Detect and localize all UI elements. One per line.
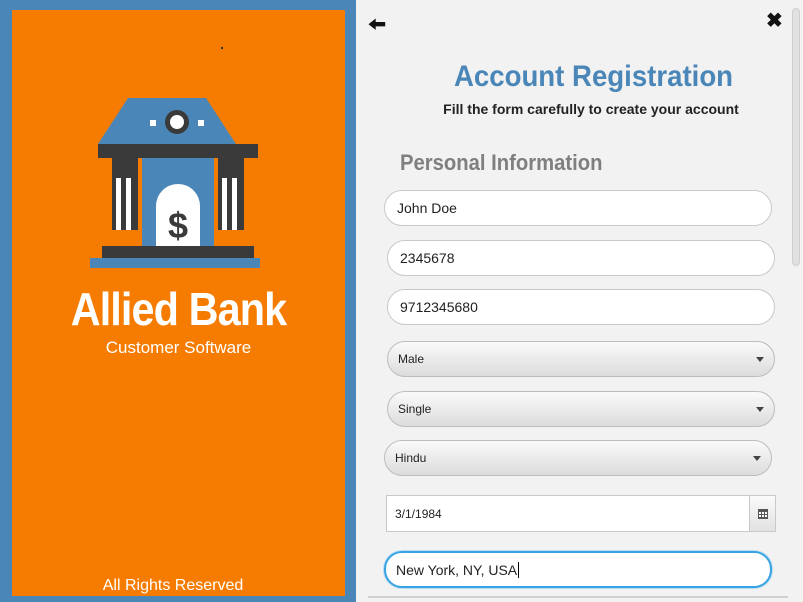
footer-rights: All Rights Reserved	[102, 577, 244, 594]
section-title: Personal Information	[400, 150, 603, 175]
religion-select[interactable]: Hindu	[384, 440, 772, 476]
speck	[221, 47, 223, 49]
calendar-icon	[757, 508, 768, 519]
mobile-field-value: 9712345680	[400, 299, 478, 315]
scrollbar-thumb[interactable]	[792, 8, 800, 266]
dob-value: 3/1/1984	[395, 506, 442, 521]
name-field-value: John Doe	[397, 200, 457, 216]
phone-field[interactable]: 2345678	[387, 240, 775, 276]
brand-panel: $ Allied Bank Customer Software All Righ…	[0, 0, 356, 602]
calendar-button[interactable]	[749, 496, 775, 531]
chevron-down-icon	[756, 357, 764, 362]
form-panel: 🠨 ✖ Account Registration Fill the form c…	[356, 0, 803, 602]
brand-card: $ Allied Bank Customer Software All Righ…	[12, 10, 345, 596]
marital-status-select[interactable]: Single	[387, 391, 775, 427]
brand-name: Allied Bank	[70, 283, 287, 335]
religion-select-value: Hindu	[395, 451, 427, 465]
page-title: Account Registration	[453, 60, 734, 93]
chevron-down-icon	[753, 456, 761, 461]
phone-field-value: 2345678	[400, 250, 455, 266]
gender-select[interactable]: Male	[387, 341, 775, 377]
arrow-left-icon[interactable]: 🠨	[368, 8, 386, 46]
dob-date-picker[interactable]: 3/1/1984	[386, 495, 776, 532]
name-field[interactable]: John Doe	[384, 190, 772, 226]
gender-select-value: Male	[398, 352, 425, 366]
mobile-field[interactable]: 9712345680	[387, 289, 775, 325]
address-field[interactable]: New York, NY, USA	[384, 551, 772, 588]
address-field-value: New York, NY, USA	[396, 561, 518, 578]
chevron-down-icon	[756, 407, 764, 412]
divider	[368, 596, 788, 598]
page-subtitle: Fill the form carefully to create your a…	[443, 101, 739, 117]
brand-tagline: Customer Software	[105, 338, 252, 357]
marital-status-select-value: Single	[398, 402, 432, 416]
close-icon[interactable]: ✖	[766, 8, 783, 33]
bank-building-dollar-icon: $	[90, 98, 260, 268]
svg-text:$: $	[168, 205, 188, 246]
text-caret	[518, 561, 520, 578]
